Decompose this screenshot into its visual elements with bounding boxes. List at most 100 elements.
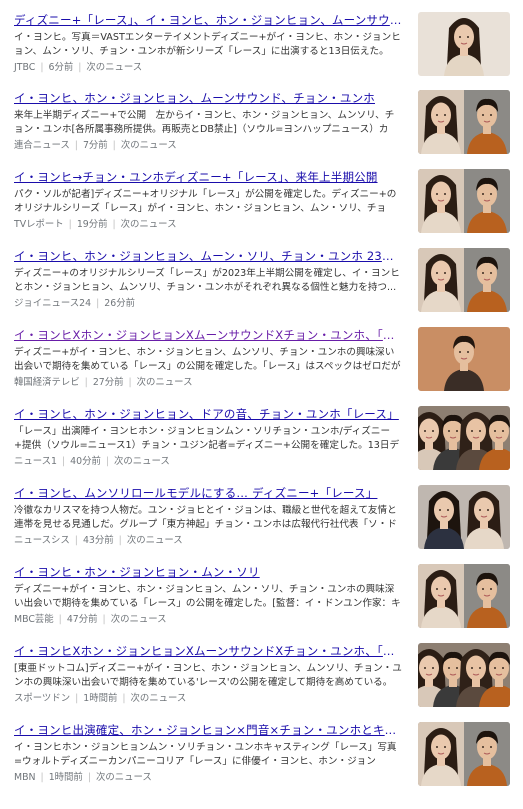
- news-meta: 韓国経済テレビ | 27分前 | 次のニュース: [14, 376, 402, 389]
- meta-divider: |: [40, 62, 44, 73]
- news-item[interactable]: ディズニー+「レース」、イ・ヨンヒ、ホン・ジョンヒョン、ムーンサウンド、チョン・…: [0, 6, 523, 86]
- news-snippet: イ・ヨンヒホン・ジョンヒョンムン・ソリチョン・ユンホキャスティング「レース」写真…: [14, 742, 397, 767]
- woman-portrait-image[interactable]: [418, 12, 510, 76]
- meta-divider: |: [96, 298, 100, 309]
- two-actors-image[interactable]: [418, 564, 510, 628]
- news-item-text: イ・ヨンヒ・ホン・ジョンヒョン・ムン・ソリ ディズニー+がイ・ヨンヒ、ホン・ジョ…: [14, 564, 402, 626]
- news-source: 連合ニュース: [14, 140, 70, 151]
- news-snippet: 「レース」出演陣イ・ヨンヒホン・ジョンヒョンムン・ソリチョン・ユンホ/ディズニー…: [14, 426, 400, 451]
- news-item[interactable]: イ・ヨンヒ・ホン・ジョンヒョン・ムン・ソリ ディズニー+がイ・ヨンヒ、ホン・ジョ…: [0, 558, 523, 638]
- news-item-text: イ・ヨンヒ、ホン・ジョンヒョン、ムーン・ソリ、チョン・ユンホ 23年ディズニー+…: [14, 248, 402, 310]
- news-time: 1時間前: [83, 693, 118, 704]
- next-news-link[interactable]: 次のニュース: [137, 377, 193, 388]
- four-actors-image[interactable]: [418, 643, 510, 707]
- news-item[interactable]: イ・ヨンヒ、ムンソリロールモデルにする… ディズニー+「レース」 冷徹なカリスマ…: [0, 479, 523, 559]
- news-time: 6分前: [48, 62, 74, 73]
- news-item-text: イ・ヨンヒ、ホン・ジョンヒョン、ドアの音、チョン・ユンホ「レース」 「レース」出…: [14, 406, 402, 468]
- meta-divider: |: [112, 140, 116, 151]
- news-source: ニュース1: [14, 456, 57, 467]
- news-item-text: イ・ヨンヒXホン・ジョンヒョンXムーンサウンドXチョン・ユンホ、「レース」公開確…: [14, 643, 402, 705]
- news-snippet: イ・ヨンヒ。写真＝VASTエンターテイメントディズニー+がイ・ヨンヒ、ホン・ジョ…: [14, 32, 401, 57]
- news-item-text: ディズニー+「レース」、イ・ヨンヒ、ホン・ジョンヒョン、ムーンサウンド、チョン・…: [14, 12, 402, 74]
- news-time: 40分前: [70, 456, 101, 467]
- next-news-link[interactable]: 次のニュース: [127, 535, 183, 546]
- news-title-link[interactable]: イ・ヨンヒ、ホン・ジョンヒョン、ドアの音、チョン・ユンホ「レース」: [14, 406, 402, 422]
- news-meta: スポーツドン | 1時間前 | 次のニュース: [14, 692, 402, 705]
- meta-divider: |: [122, 693, 126, 704]
- news-snippet: 冷徹なカリスマを持つ人物だ。ユン・ジョヒとイ・ジョンは、職級と世代を超えて友情と…: [14, 505, 397, 530]
- next-news-link[interactable]: 次のニュース: [111, 614, 167, 625]
- two-actresses-image[interactable]: [418, 485, 510, 549]
- next-news-link[interactable]: 次のニュース: [131, 693, 187, 704]
- news-title-link[interactable]: イ・ヨンヒ出演確定、ホン・ジョンヒョン×門音×チョン・ユンホとキャスティング: [14, 722, 402, 738]
- meta-divider: |: [118, 535, 122, 546]
- news-time: 26分前: [104, 298, 135, 309]
- two-actors-image[interactable]: [418, 722, 510, 786]
- news-item-text: イ・ヨンヒ→チョン・ユンホディズニー+「レース」、来年上半期公開 パク・ソルが記…: [14, 169, 402, 231]
- news-meta: ジョイニュース24 | 26分前: [14, 297, 402, 310]
- news-time: 1時間前: [48, 772, 83, 783]
- news-item-text: イ・ヨンヒXホン・ジョンヒョンXムーンサウンドXチョン・ユンホ、「レース」出演確…: [14, 327, 402, 389]
- two-actors-image[interactable]: [418, 169, 510, 233]
- news-snippet: [東亜ドットコム]ディズニー+がイ・ヨンヒ、ホン・ジョンヒョン、ムンソリ、チョン…: [14, 663, 402, 688]
- news-source: TVレポート: [14, 219, 64, 230]
- news-item[interactable]: イ・ヨンヒXホン・ジョンヒョンXムーンサウンドXチョン・ユンホ、「レース」出演確…: [0, 321, 523, 401]
- news-item-text: イ・ヨンヒ出演確定、ホン・ジョンヒョン×門音×チョン・ユンホとキャスティング イ…: [14, 722, 402, 784]
- meta-divider: |: [102, 614, 106, 625]
- meta-divider: |: [128, 377, 132, 388]
- news-source: MBC芸能: [14, 614, 54, 625]
- news-snippet: パク・ソルが記者]ディズニー+オリジナル「レース」が公開を確定した。ディズニー+…: [14, 189, 397, 214]
- news-title-link[interactable]: イ・ヨンヒ、ホン・ジョンヒョン、ムーン・ソリ、チョン・ユンホ 23年ディズニー+…: [14, 248, 402, 264]
- news-meta: JTBC | 6分前 | 次のニュース: [14, 61, 402, 74]
- news-title-link[interactable]: イ・ヨンヒXホン・ジョンヒョンXムーンサウンドXチョン・ユンホ、「レース」公開確…: [14, 643, 402, 659]
- news-list: ディズニー+「レース」、イ・ヨンヒ、ホン・ジョンヒョン、ムーンサウンド、チョン・…: [0, 0, 523, 809]
- news-item[interactable]: イ・ヨンヒ出演確定、ホン・ジョンヒョン×門音×チョン・ユンホとキャスティング イ…: [0, 716, 523, 796]
- man-portrait-image[interactable]: [418, 327, 510, 391]
- news-source: JTBC: [14, 62, 36, 73]
- news-source: スポーツドン: [14, 693, 71, 704]
- meta-divider: |: [112, 219, 116, 230]
- meta-divider: |: [74, 140, 78, 151]
- news-source: MBN: [14, 772, 36, 783]
- news-snippet: ディズニー+のオリジナルシリーズ「レース」が2023年上半期公開を確定し、イ・ヨ…: [14, 268, 400, 293]
- news-item[interactable]: イ・ヨンヒ→チョン・ユンホディズニー+「レース」、来年上半期公開 パク・ソルが記…: [0, 163, 523, 243]
- meta-divider: |: [78, 62, 82, 73]
- news-meta: ニュース1 | 40分前 | 次のニュース: [14, 455, 402, 468]
- news-item[interactable]: イ・ヨンヒ、ホン・ジョンヒョン、ムーンサウンド、チョン・ユンホ 来年上半期ディズ…: [0, 84, 523, 164]
- news-item[interactable]: イ・ヨンヒXホン・ジョンヒョンXムーンサウンドXチョン・ユンホ、「レース」公開確…: [0, 637, 523, 717]
- news-item[interactable]: イ・ヨンヒ、ホン・ジョンヒョン、ドアの音、チョン・ユンホ「レース」 「レース」出…: [0, 400, 523, 480]
- news-time: 47分前: [66, 614, 98, 625]
- news-snippet: ディズニー+がイ・ヨンヒ、ホン・ジョンヒョン、ムン・ソリ、チョン・ユンホの興味深…: [14, 584, 401, 609]
- news-time: 43分前: [82, 535, 114, 546]
- next-news-link[interactable]: 次のニュース: [86, 62, 142, 73]
- news-title-link[interactable]: イ・ヨンヒXホン・ジョンヒョンXムーンサウンドXチョン・ユンホ、「レース」出演確…: [14, 327, 402, 343]
- news-time: 19分前: [76, 219, 108, 230]
- two-actors-image[interactable]: [418, 248, 510, 312]
- news-time: 7分前: [82, 140, 108, 151]
- next-news-link[interactable]: 次のニュース: [96, 772, 152, 783]
- next-news-link[interactable]: 次のニュース: [121, 219, 177, 230]
- news-title-link[interactable]: ディズニー+「レース」、イ・ヨンヒ、ホン・ジョンヒョン、ムーンサウンド、チョン・…: [14, 12, 402, 28]
- news-title-link[interactable]: イ・ヨンヒ・ホン・ジョンヒョン・ムン・ソリ: [14, 564, 402, 580]
- meta-divider: |: [58, 614, 62, 625]
- next-news-link[interactable]: 次のニュース: [114, 456, 170, 467]
- news-title-link[interactable]: イ・ヨンヒ、ホン・ジョンヒョン、ムーンサウンド、チョン・ユンホ: [14, 90, 402, 106]
- news-title-link[interactable]: イ・ヨンヒ、ムンソリロールモデルにする… ディズニー+「レース」: [14, 485, 402, 501]
- meta-divider: |: [40, 772, 44, 783]
- news-meta: ニュースシス | 43分前 | 次のニュース: [14, 534, 402, 547]
- news-title-link[interactable]: イ・ヨンヒ→チョン・ユンホディズニー+「レース」、来年上半期公開: [14, 169, 402, 185]
- news-item[interactable]: イ・ヨンヒ、ホン・ジョンヒョン、ムーン・ソリ、チョン・ユンホ 23年ディズニー+…: [0, 242, 523, 322]
- meta-divider: |: [62, 456, 66, 467]
- news-item-text: イ・ヨンヒ、ホン・ジョンヒョン、ムーンサウンド、チョン・ユンホ 来年上半期ディズ…: [14, 90, 402, 152]
- two-actors-image[interactable]: [418, 90, 510, 154]
- meta-divider: |: [84, 377, 88, 388]
- news-meta: MBC芸能 | 47分前 | 次のニュース: [14, 613, 402, 626]
- meta-divider: |: [87, 772, 91, 783]
- four-actors-image[interactable]: [418, 406, 510, 470]
- news-meta: TVレポート | 19分前 | 次のニュース: [14, 218, 402, 231]
- news-time: 27分前: [92, 377, 124, 388]
- news-snippet: ディズニー+がイ・ヨンヒ、ホン・ジョンヒョン、ムンソリ、チョン・ユンホの興味深い…: [14, 347, 401, 372]
- meta-divider: |: [68, 219, 72, 230]
- news-item-text: イ・ヨンヒ、ムンソリロールモデルにする… ディズニー+「レース」 冷徹なカリスマ…: [14, 485, 402, 547]
- next-news-link[interactable]: 次のニュース: [121, 140, 177, 151]
